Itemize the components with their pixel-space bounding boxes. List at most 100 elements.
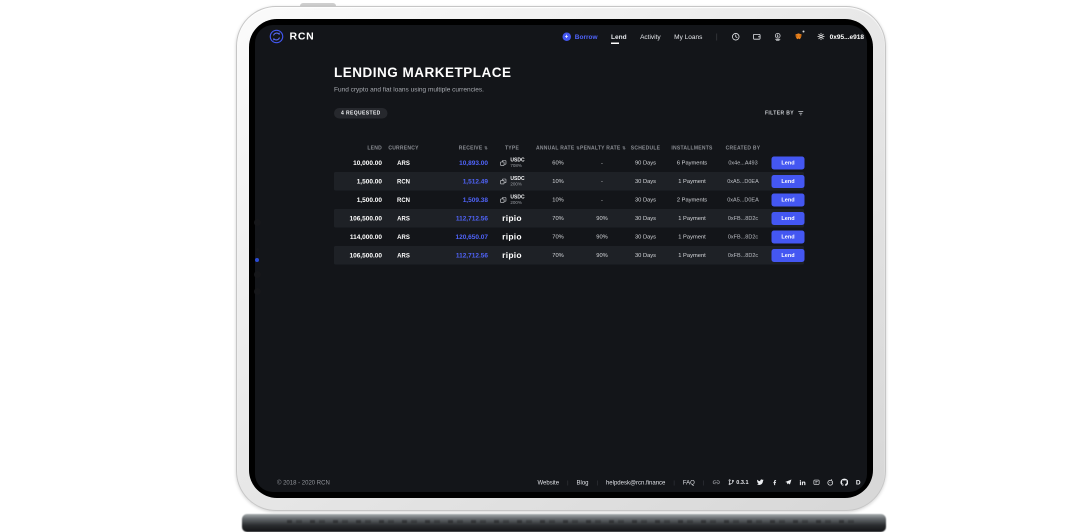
lend-button[interactable]: Lend [771, 211, 805, 225]
created-by-address[interactable]: 0xA5...D0EA [717, 197, 769, 203]
discourse-icon[interactable]: D [855, 479, 863, 487]
collateral-type: ripio [488, 250, 536, 260]
penalty-rate: 90% [596, 252, 608, 259]
lend-button[interactable]: Lend [771, 156, 805, 170]
lend-currency: RCN [397, 177, 410, 185]
penalty-rate: - [601, 159, 603, 166]
link-icon[interactable] [712, 479, 720, 487]
header-annual-rate[interactable]: ANNUAL RATE [536, 145, 580, 151]
footer-separator [567, 479, 568, 486]
rcn-logo[interactable]: RCN [269, 29, 315, 44]
nav-item-my-loans[interactable]: My Loans [674, 33, 702, 41]
lend-currency: ARS [397, 214, 410, 222]
installments: 1 Payment [678, 233, 706, 240]
lend-button[interactable]: Lend [771, 248, 805, 262]
receive-amount: 10,893.00 [459, 159, 488, 167]
twitter-icon[interactable] [756, 479, 765, 487]
footer-separator [703, 479, 704, 486]
footer: © 2018 - 2020 RCN Website Blog helpdesk@… [255, 479, 867, 487]
collateral-coins-icon [500, 160, 507, 166]
telegram-icon[interactable] [785, 479, 793, 487]
penalty-rate: - [601, 196, 603, 203]
page-title: LENDING MARKETPLACE [334, 65, 512, 80]
annual-rate: 70% [552, 215, 564, 222]
ripio-logo: ripio [502, 213, 522, 223]
collateral-coins-icon [500, 178, 507, 185]
chat-icon[interactable] [813, 479, 821, 487]
created-by-address[interactable]: 0xA5...D0EA [717, 178, 769, 184]
schedule: 90 Days [634, 159, 657, 166]
installments: 1 Payment [678, 215, 706, 222]
loan-row: 114,000.00 ARS 120,650.07 ripio 70% 90% … [334, 228, 805, 247]
lend-button[interactable]: Lend [771, 230, 805, 244]
nav-item-activity[interactable]: Activity [640, 33, 661, 41]
penalty-rate: 90% [596, 215, 608, 222]
lend-button[interactable]: Lend [771, 174, 805, 188]
history-clock-icon[interactable] [731, 32, 740, 41]
collateral-type: ripio [488, 232, 536, 242]
lend-currency: RCN [397, 196, 410, 204]
table-body: 10,000.00 ARS 10,893.00 USDC 708% 60% - … [334, 154, 805, 265]
lend-currency: ARS [397, 159, 410, 167]
created-by-address[interactable]: 0xFB...8D2c [717, 252, 769, 258]
wallet-icon[interactable] [752, 32, 761, 41]
header-receive[interactable]: RECEIVE [425, 145, 488, 151]
lend-amount: 10,000.00 [353, 159, 382, 167]
copyright: © 2018 - 2020 RCN [277, 478, 330, 486]
reddit-icon[interactable] [827, 479, 835, 487]
schedule: 30 Days [634, 233, 657, 240]
requested-count-badge: 4 REQUESTED [334, 108, 388, 119]
header-penalty-rate[interactable]: PENALTY RATE [580, 145, 624, 151]
page-subtitle: Fund crypto and fiat loans using multipl… [334, 85, 484, 94]
git-branch-icon [728, 479, 734, 486]
facebook-icon[interactable] [771, 479, 779, 487]
footer-link-faq[interactable]: FAQ [683, 479, 695, 486]
footer-link-helpdesk-email[interactable]: helpdesk@rcn.finance [606, 479, 665, 486]
footer-separator [673, 479, 674, 486]
ripio-logo: ripio [502, 231, 522, 242]
annual-rate: 10% [552, 196, 564, 203]
header-installments: INSTALLMENTS [671, 145, 713, 151]
annual-rate: 60% [552, 159, 564, 166]
lend-amount: 106,500.00 [349, 251, 382, 260]
linkedin-icon[interactable] [799, 479, 807, 487]
receive-amount: 1,512.49 [462, 177, 488, 186]
header-schedule: SCHEDULE [630, 145, 661, 151]
notification-dot [802, 30, 805, 33]
header-type: TYPE [504, 145, 520, 151]
device-reflection [242, 514, 886, 532]
footer-link-website[interactable]: Website [537, 479, 559, 486]
schedule: 30 Days [634, 215, 657, 222]
created-by-address[interactable]: 0xFB...8D2c [717, 234, 769, 240]
github-icon[interactable] [840, 478, 848, 487]
nav-item-lend[interactable]: Lend [611, 33, 627, 44]
header-lend: LEND [367, 145, 382, 151]
filter-by-button[interactable]: FILTER BY [765, 110, 804, 117]
lend-currency: ARS [397, 251, 410, 259]
collateral-ratio: 708% [510, 163, 522, 169]
created-by-address[interactable]: 0xFB...8D2c [717, 215, 769, 221]
wallet-address-chip[interactable]: 0x95...e918 [817, 32, 864, 41]
footer-link-blog[interactable]: Blog [576, 479, 588, 486]
nav-item-borrow[interactable]: + Borrow [562, 32, 598, 41]
header-currency: CURRENCY [388, 145, 419, 151]
schedule: 30 Days [634, 196, 657, 203]
lend-button[interactable]: Lend [771, 193, 805, 207]
loan-row: 1,500.00 RCN 1,512.49 USDC 200% 10% - 30… [334, 172, 805, 191]
installments: 1 Payment [678, 178, 706, 185]
settings-gear-icon [817, 32, 826, 41]
created-by-address[interactable]: 0x4e...A493 [717, 160, 769, 166]
lend-amount: 1,500.00 [356, 177, 382, 186]
collateral-type: USDC 200% [488, 176, 536, 187]
schedule: 30 Days [634, 252, 657, 259]
metamask-icon[interactable] [794, 30, 805, 41]
withdraw-icon[interactable] [773, 32, 782, 41]
lend-amount: 114,000.00 [349, 233, 382, 241]
lend-amount: 106,500.00 [349, 214, 382, 223]
loan-row: 106,500.00 ARS 112,712.56 ripio 70% 90% … [334, 246, 805, 265]
navbar: RCN + Borrow Lend Activity My Loans | 0x… [255, 25, 867, 44]
annual-rate: 70% [552, 233, 564, 240]
loan-row: 10,000.00 ARS 10,893.00 USDC 708% 60% - … [334, 154, 805, 173]
tablet-device: RCN + Borrow Lend Activity My Loans | 0x… [236, 6, 886, 511]
filter-funnel-icon [798, 111, 804, 116]
